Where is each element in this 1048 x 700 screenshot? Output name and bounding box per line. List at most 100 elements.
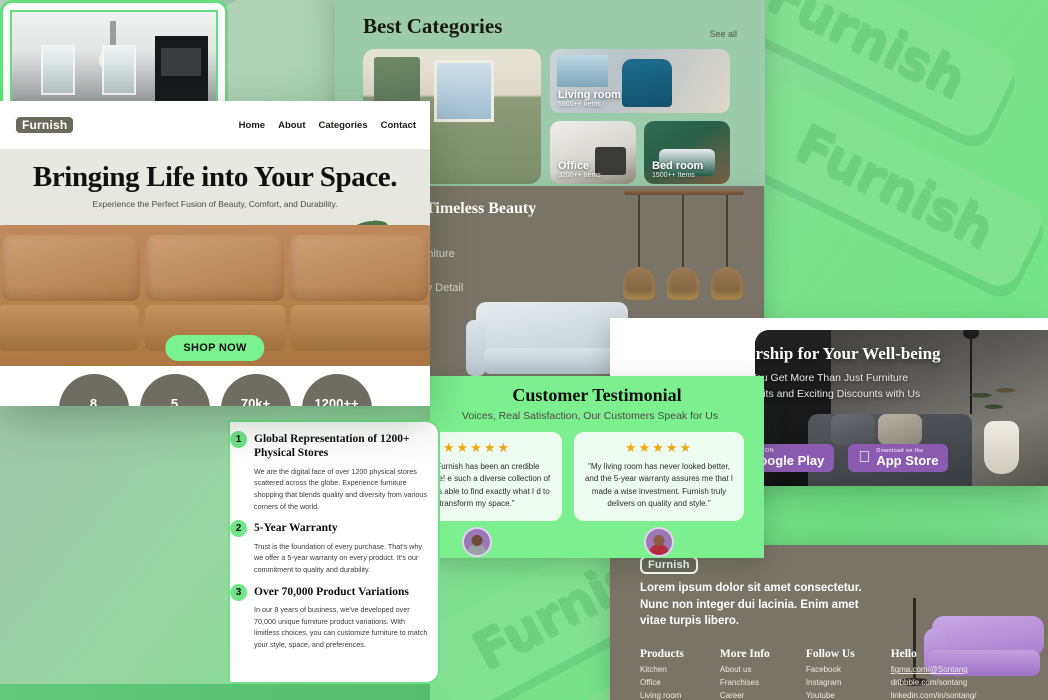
hero-heading: Bringing Life into Your Space.: [32, 161, 398, 193]
category-label: Living room 5500++ Items: [558, 89, 621, 108]
rating-stars: ★★★★★: [442, 440, 512, 455]
category-label: Bed room 1500++ Items: [652, 160, 703, 179]
nav-link-contact[interactable]: Contact: [381, 120, 416, 131]
pendant-lamp: [711, 195, 743, 300]
sofa-cushions: [2, 235, 428, 301]
avatar: [646, 528, 672, 555]
hero-navbar: Furnish Home About Categories Contact: [0, 101, 430, 149]
footer-logo-text: Furnish: [640, 556, 698, 574]
feature-number: 3: [230, 583, 247, 601]
feature-body: We are the digital face of over 1200 phy…: [254, 466, 427, 511]
pendant-lamps-decor: [623, 190, 744, 300]
google-play-big-text: oogle Play: [759, 453, 825, 469]
membership-photo-area: ership for Your Well-being s, You Get Mo…: [755, 330, 1048, 486]
footer-link-linkedin[interactable]: linkedin.com/in/sontang/: [891, 690, 977, 700]
category-name: Living room: [558, 88, 621, 101]
footer-link-figma[interactable]: figma.com/@Sontang: [891, 664, 977, 677]
testimonial-author: Michelle G: [574, 528, 744, 558]
cushion: [290, 235, 428, 301]
app-store-label: Download on the App Store: [876, 448, 938, 468]
stat-value: 1200++: [314, 396, 359, 406]
rating-stars: ★★★★★: [624, 440, 694, 455]
timeless-heading-line1: Timeless Beauty: [430, 200, 537, 217]
category-count: 5500++ Items: [558, 101, 601, 108]
timeless-sub-line2: rt: [430, 263, 463, 280]
testimonial-title: Customer Testimonial: [512, 385, 682, 405]
footer-link[interactable]: Instagram: [806, 677, 855, 690]
feature-item: 2 5-Year Warranty Trust is the foundatio…: [230, 520, 428, 575]
hero-stats: 8 Year Experience 5 Year Warranty 70k+ V…: [0, 374, 430, 406]
seat-cushion: [291, 305, 430, 351]
nav-link-about[interactable]: About: [278, 120, 305, 131]
see-all-link[interactable]: See all: [709, 29, 737, 39]
stat-badge: 5 Year Warranty: [139, 374, 210, 406]
sofa-back: [476, 302, 628, 350]
mockup-canvas: Furnish Furnish Furnish Furnish Furnish …: [0, 0, 1048, 700]
testimonial-cards: ★★★★★ ing at Furnish has been an credibl…: [430, 422, 764, 521]
footer-link[interactable]: Kitchen: [640, 664, 684, 677]
footer-link-dribbble[interactable]: dribbble.com/sontang: [891, 677, 977, 690]
avatar: [464, 528, 490, 555]
footer-link[interactable]: Career: [720, 690, 770, 700]
category-card-office[interactable]: Office 3200++ Items: [550, 121, 636, 184]
categories-right-column: Living room 5500++ Items Office 3200++ I…: [550, 49, 730, 184]
app-store-button[interactable]:  Download on the App Store: [848, 444, 949, 472]
nav-link-categories[interactable]: Categories: [319, 120, 368, 131]
timeless-sub-line3: Every Detail: [430, 282, 464, 295]
footer-column-follow-us: Follow Us Facebook Instagram Youtube: [806, 648, 855, 700]
footer-link[interactable]: About us: [720, 664, 770, 677]
timeless-sub-line1: r Furniture: [430, 248, 455, 260]
footer-panel: Furnish Lorem ipsum dolor sit amet conse…: [610, 545, 1048, 700]
feature-heading: Over 70,000 Product Variations: [254, 585, 409, 598]
category-card-living-room[interactable]: Living room 5500++ Items: [550, 49, 730, 113]
footer-column-title: Hello: [890, 648, 917, 660]
category-label: Office 3200++ Items: [558, 160, 601, 179]
membership-heading: ership for Your Well-being: [755, 344, 941, 363]
hero-body: Bringing Life into Your Space. Experienc…: [0, 149, 430, 406]
footer-link[interactable]: Franchises: [720, 677, 770, 690]
footer-column-products: Products Kitchen Office Living room Bedr…: [640, 648, 684, 700]
testimonial-quote: ing at Furnish has been an credible expe…: [430, 462, 551, 509]
feature-heading: Global Representation of 1200+ Physical …: [254, 433, 410, 460]
footer-tagline: Lorem ipsum dolor sit amet consectetur. …: [640, 580, 880, 630]
hero-panel: Furnish Home About Categories Contact Br…: [0, 101, 430, 406]
testimonial-authors: Joseph G Michelle G: [430, 521, 764, 558]
category-card-bed-room[interactable]: Bed room 1500++ Items: [644, 121, 730, 184]
footer-link[interactable]: Facebook: [806, 664, 855, 677]
store-buttons: ▶ T ON oogle Play  Download on the App …: [755, 444, 949, 472]
brand-logo[interactable]: Furnish: [14, 115, 76, 135]
footer-column-hello: Hello figma.com/@Sontang dribbble.com/so…: [891, 648, 977, 700]
footer-column-more-info: More Info About us Franchises Career Fee…: [720, 648, 770, 700]
footer-link[interactable]: Office: [640, 677, 684, 690]
feature-body: In our 8 years of business, we've develo…: [254, 605, 428, 650]
google-play-button[interactable]: ▶ T ON oogle Play: [755, 444, 835, 472]
nav-links: Home About Categories Contact: [239, 120, 416, 131]
feature-item: 3 Over 70,000 Product Variations In our …: [230, 583, 428, 651]
bottom-accent-strip: [0, 684, 430, 700]
footer-link[interactable]: Living room: [640, 690, 684, 700]
nav-link-home[interactable]: Home: [239, 120, 265, 131]
stat-badge: 1200++ Stores Global: [301, 374, 372, 406]
membership-subtitle-1: s, You Get More Than Just Furniture: [755, 372, 909, 384]
stat-badge: 70k+ Variants Item: [220, 374, 291, 406]
footer-column-title: More Info: [719, 648, 770, 660]
cushion: [2, 235, 140, 301]
shop-now-button[interactable]: SHOP NOW: [165, 335, 265, 361]
avatar-body: [649, 543, 669, 555]
couch-pillow: [831, 414, 876, 446]
feature-item: 1 Global Representation of 1200+ Physica…: [230, 431, 428, 512]
categories-bottom-row: Office 3200++ Items Bed room 1500++ Item…: [550, 121, 730, 184]
membership-subtitle-2: e Benefits and Exciting Discounts with U…: [755, 388, 921, 400]
seat-cushion: [0, 305, 139, 351]
vase: [983, 420, 1019, 474]
testimonial-subtitle: Voices, Real Satisfaction, Our Customers…: [461, 410, 719, 422]
footer-link[interactable]: Youtube: [806, 690, 855, 700]
feature-heading: 5-Year Warranty: [254, 522, 338, 535]
features-list: 1 Global Representation of 1200+ Physica…: [228, 422, 438, 651]
app-store-big-text: App Store: [864, 453, 938, 469]
feature-number: 2: [230, 520, 247, 538]
pendant-lamp: [623, 195, 655, 300]
category-name: Bed room: [652, 159, 704, 172]
google-play-label: T ON oogle Play: [759, 448, 824, 468]
testimonial-card: ★★★★★ "My living room has never looked b…: [574, 432, 744, 521]
